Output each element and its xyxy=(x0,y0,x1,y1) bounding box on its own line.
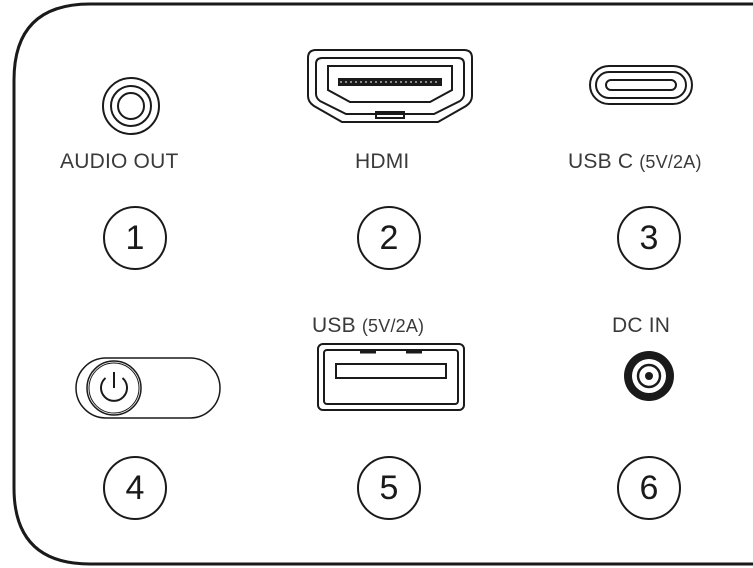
usb-label-spec: (5V/2A) xyxy=(361,316,425,336)
connector-panel: AUDIO OUT 1 HDMI 2 USB C (5V/2A) 3 4 USB… xyxy=(0,0,753,568)
callout-5: 5 xyxy=(357,456,421,520)
audio-jack-icon xyxy=(102,77,160,135)
hdmi-port-icon xyxy=(307,49,473,123)
callout-4: 4 xyxy=(103,456,167,520)
usb-c-label-main: USB C xyxy=(568,150,634,173)
dc-in-port-icon xyxy=(624,351,674,401)
callout-1: 1 xyxy=(103,206,167,270)
usb-c-port-icon xyxy=(589,65,693,105)
usb-c-label-spec: (5V/2A) xyxy=(639,152,702,172)
usb-c-label: USB C (5V/2A) xyxy=(568,150,702,174)
usb-label: USB (5V/2A) xyxy=(312,314,424,338)
audio-out-label: AUDIO OUT xyxy=(60,150,179,173)
usb-label-main: USB xyxy=(312,314,356,337)
power-switch-icon xyxy=(75,357,221,419)
dc-in-label: DC IN xyxy=(612,314,671,337)
usb-port-icon xyxy=(317,343,465,411)
callout-3: 3 xyxy=(617,206,681,270)
hdmi-label: HDMI xyxy=(355,150,410,173)
callout-2: 2 xyxy=(357,206,421,270)
callout-6: 6 xyxy=(617,456,681,520)
